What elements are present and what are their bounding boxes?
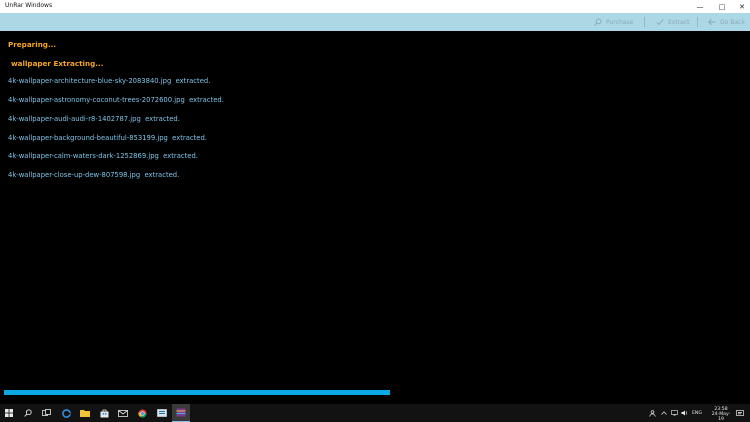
app-icon[interactable] (153, 404, 171, 422)
notification-icon[interactable] (734, 404, 746, 422)
log-entry: 4k-wallpaper-close-up-dew-807598.jpg ext… (8, 171, 179, 179)
log-status: extracted. (145, 115, 180, 123)
title-bar: UnRar Windows — □ ✕ (0, 0, 750, 13)
log-file-name: 4k-wallpaper-astronomy-coconut-trees-207… (8, 96, 185, 104)
extract-label: Extract (668, 18, 690, 26)
log-status: extracted. (175, 77, 211, 85)
command-bar: Purchase Extract Go Back (0, 13, 750, 31)
clock-date: 24-May-19 (711, 412, 731, 422)
progress-fill (4, 390, 390, 395)
log-file-name: 4k-wallpaper-calm-waters-dark-1252869.jp… (8, 152, 159, 160)
edge-icon[interactable] (57, 404, 75, 422)
go-back-button[interactable]: Go Back (708, 13, 745, 31)
log-entry: 4k-wallpaper-audi-audi-r8-1402787.jpg ex… (8, 115, 180, 123)
unrar-icon[interactable] (172, 404, 190, 422)
close-button[interactable]: ✕ (732, 0, 750, 13)
log-file-name: 4k-wallpaper-audi-audi-r8-1402787.jpg (8, 115, 141, 123)
toolbar-separator (644, 17, 645, 27)
extraction-progress-bar (4, 390, 746, 395)
store-icon[interactable] (95, 404, 113, 422)
volume-icon[interactable] (679, 404, 689, 422)
log-entry: 4k-wallpaper-astronomy-coconut-trees-207… (8, 96, 224, 104)
search-icon (594, 18, 602, 26)
check-icon (656, 19, 664, 26)
network-icon[interactable] (669, 404, 679, 422)
language-indicator[interactable]: ENG (692, 411, 702, 416)
maximize-button[interactable]: □ (712, 0, 732, 13)
log-file-name: 4k-wallpaper-background-beautiful-853199… (8, 134, 168, 142)
extraction-log-panel: Preparing... wallpaper Extracting... 4k-… (0, 31, 750, 404)
status-extracting: wallpaper Extracting... (11, 59, 104, 68)
clock[interactable]: 23:58 24-May-19 (709, 407, 733, 422)
purchase-label: Purchase (606, 18, 634, 26)
log-status: extracted. (189, 96, 224, 104)
log-file-name: 4k-wallpaper-architecture-blue-sky-20838… (8, 77, 172, 85)
purchase-button[interactable]: Purchase (594, 13, 633, 31)
toolbar-separator (697, 17, 698, 27)
search-icon[interactable] (19, 404, 37, 422)
taskbar: ENG 23:58 24-May-19 (0, 404, 750, 422)
task-view-icon[interactable] (37, 404, 55, 422)
log-entry: 4k-wallpaper-background-beautiful-853199… (8, 134, 207, 142)
chrome-icon[interactable] (133, 404, 151, 422)
go-back-label: Go Back (720, 18, 745, 26)
log-status: extracted. (163, 152, 198, 160)
mail-icon[interactable] (114, 404, 132, 422)
log-status: extracted. (172, 134, 207, 142)
status-preparing: Preparing... (8, 40, 57, 49)
window-title: UnRar Windows (5, 2, 53, 9)
log-entry: 4k-wallpaper-architecture-blue-sky-20838… (8, 77, 210, 85)
arrow-left-icon (708, 18, 716, 26)
log-status: extracted. (144, 171, 180, 179)
windows-start-icon[interactable] (0, 404, 18, 422)
extract-button[interactable]: Extract (656, 13, 690, 31)
chevron-up-icon[interactable] (659, 404, 669, 422)
file-explorer-icon[interactable] (76, 404, 94, 422)
log-entry: 4k-wallpaper-calm-waters-dark-1252869.jp… (8, 152, 198, 160)
minimize-button[interactable]: — (690, 0, 710, 13)
people-icon[interactable] (646, 404, 658, 422)
log-file-name: 4k-wallpaper-close-up-dew-807598.jpg (8, 171, 141, 179)
